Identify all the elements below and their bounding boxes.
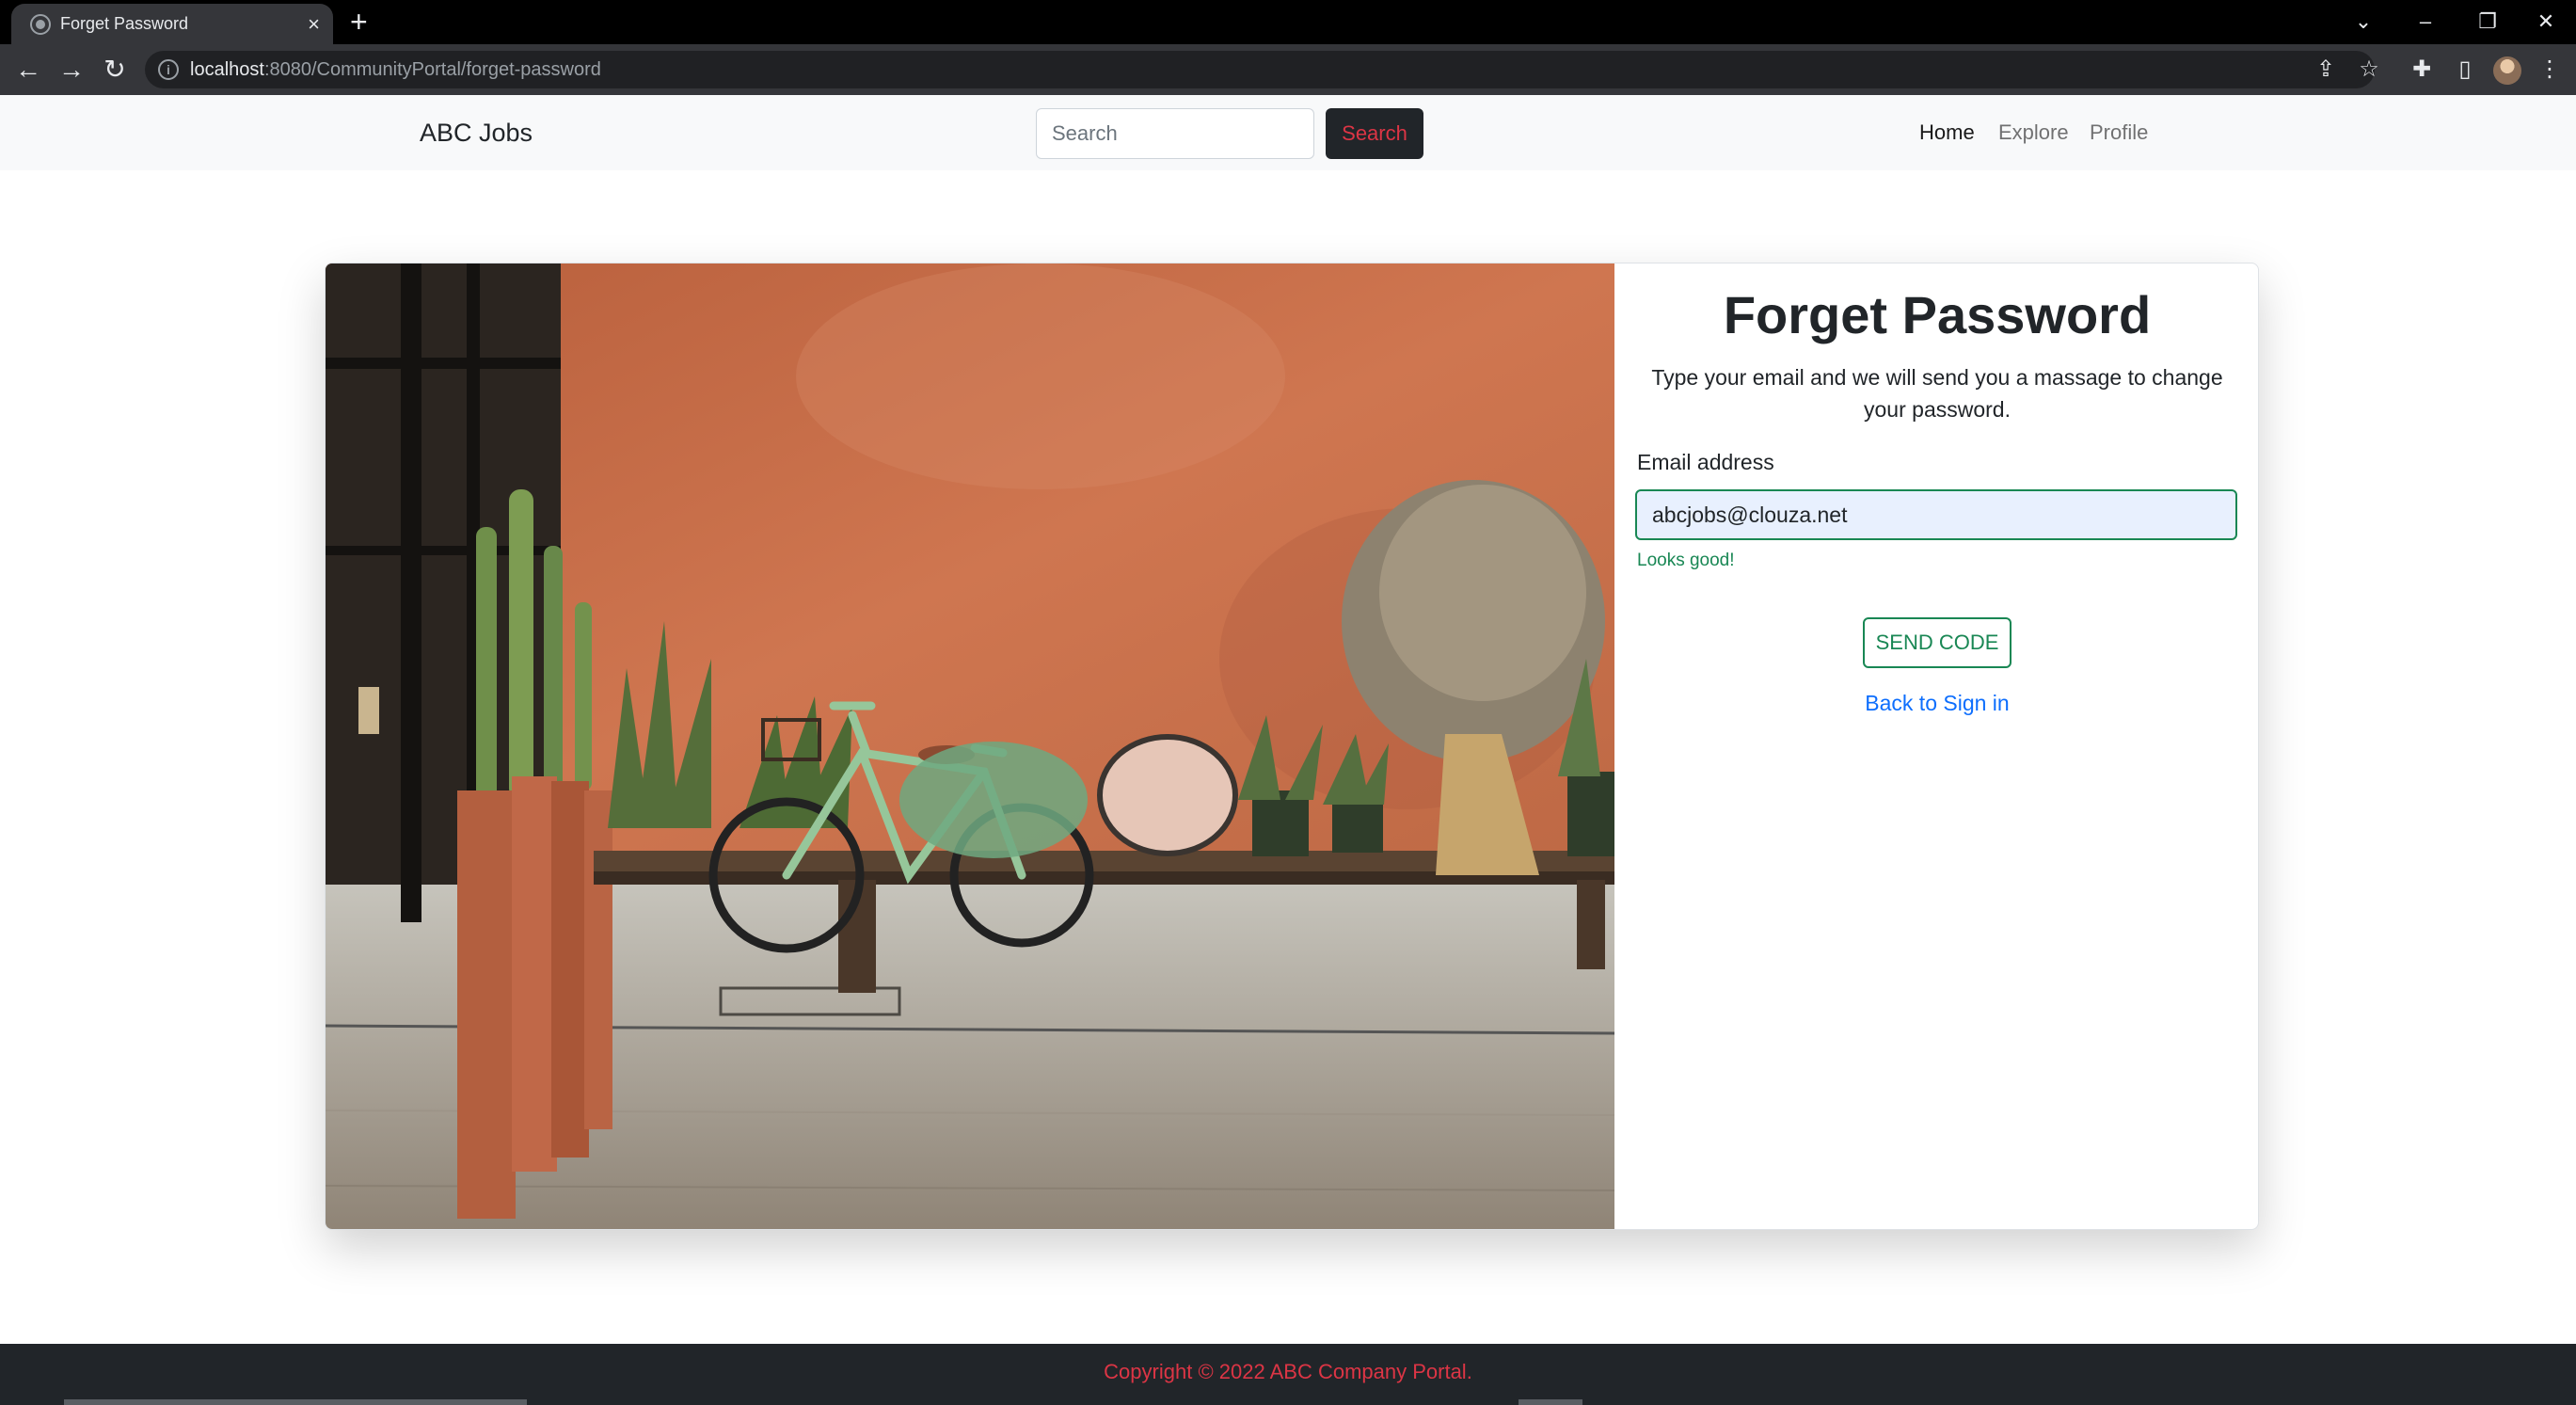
plus-icon[interactable]: + [350, 0, 368, 44]
minimize-icon[interactable]: – [2407, 0, 2444, 44]
tab-title: Forget Password [60, 14, 189, 33]
share-icon[interactable]: ⇪ [2307, 44, 2345, 95]
form-description: Type your email and we will send you a m… [1651, 365, 2223, 422]
kebab-menu-icon[interactable]: ⋮ [2531, 44, 2568, 95]
side-panel-icon[interactable]: ▯ [2446, 44, 2484, 95]
email-label: Email address [1637, 450, 1774, 474]
globe-icon [30, 14, 51, 35]
valid-feedback: Looks good! [1637, 551, 1735, 570]
site-footer: Copyright © 2022 ABC Company Portal. [0, 1344, 2576, 1405]
email-field[interactable] [1635, 489, 2237, 540]
address-bar[interactable]: i localhost:8080/CommunityPortal/forget-… [145, 51, 2375, 88]
back-to-sign-in-link[interactable]: Back to Sign in [1614, 691, 2258, 716]
info-icon[interactable]: i [158, 59, 179, 80]
forward-icon[interactable]: → [53, 44, 90, 95]
brand-logo[interactable]: ABC Jobs [420, 95, 533, 170]
taskbar-segment [1519, 1399, 1582, 1405]
search-button[interactable]: Search [1326, 108, 1423, 159]
reload-icon[interactable]: ↻ [96, 44, 134, 95]
forget-password-card: Forget Password Type your email and we w… [325, 263, 2259, 1230]
close-icon[interactable]: × [308, 4, 320, 44]
nav-link-explore[interactable]: Explore [1998, 95, 2069, 170]
send-code-button[interactable]: SEND CODE [1863, 617, 2012, 668]
copyright-text: Copyright © 2022 ABC Company Portal. [1104, 1360, 1472, 1383]
restore-icon[interactable]: ❐ [2469, 0, 2506, 44]
close-window-icon[interactable]: ✕ [2527, 0, 2565, 44]
browser-toolbar: ← → ↻ i localhost:8080/CommunityPortal/f… [0, 44, 2576, 95]
site-navbar: ABC Jobs Search Home Explore Profile [0, 95, 2576, 170]
courtyard-photo [326, 263, 1614, 1229]
back-icon[interactable]: ← [9, 44, 47, 95]
search-input[interactable] [1036, 108, 1314, 159]
forget-password-form: Forget Password Type your email and we w… [1614, 263, 2258, 1229]
star-icon[interactable]: ☆ [2350, 44, 2388, 95]
browser-tab[interactable]: Forget Password × [11, 4, 333, 44]
nav-link-home[interactable]: Home [1919, 95, 1975, 170]
page-title: Forget Password [1723, 285, 2152, 344]
avatar[interactable] [2493, 56, 2521, 85]
extensions-icon[interactable]: ✚ [2403, 44, 2441, 95]
chevron-down-icon[interactable]: ⌄ [2345, 0, 2382, 44]
browser-tab-strip: Forget Password × + ⌄ – ❐ ✕ [0, 0, 2576, 44]
nav-link-profile[interactable]: Profile [2090, 95, 2148, 170]
url-text: localhost:8080/CommunityPortal/forget-pa… [190, 59, 601, 80]
taskbar-segment [64, 1399, 527, 1405]
